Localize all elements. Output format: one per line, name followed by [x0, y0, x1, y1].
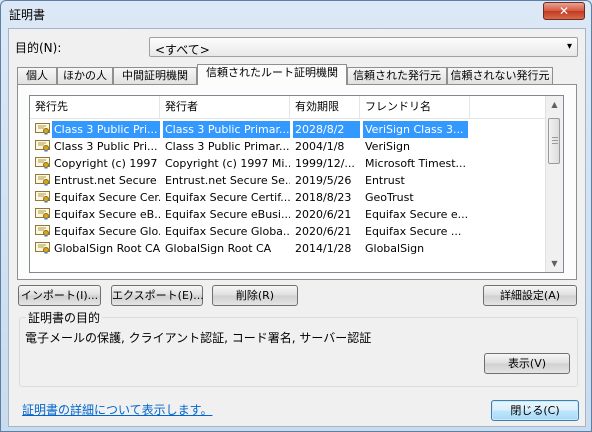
certificate-icon: [35, 208, 50, 220]
scrollbar-thumb[interactable]: [548, 118, 560, 164]
table-row[interactable]: Copyright (c) 1997 ... Copyright (c) 1997…: [30, 155, 547, 172]
certificate-purpose-title: 証明書の目的: [26, 309, 103, 326]
scroll-up-icon[interactable]: ▲: [546, 96, 563, 113]
purpose-dropdown-value: <すべて>: [155, 43, 210, 57]
cell-issued-by: Class 3 Public Primar...: [165, 140, 290, 153]
import-button[interactable]: インポート(I)...: [18, 285, 101, 306]
cell-friendly: Microsoft Timest...: [365, 157, 467, 170]
title-bar[interactable]: 証明書 ✕: [1, 1, 591, 27]
certificate-icon: [35, 140, 50, 152]
cell-issued-by: Class 3 Public Primar...: [163, 121, 290, 138]
advanced-button[interactable]: 詳細設定(A): [483, 285, 577, 306]
cell-expires: 2019/5/26: [295, 174, 352, 187]
column-issued-to[interactable]: 発行先: [30, 96, 160, 118]
dialog-body: 目的(N): <すべて> ▾ 個人 ほかの人 中間証明機関 信頼されたルート証明…: [8, 28, 586, 427]
list-scrollbar[interactable]: ▲ ▼: [545, 96, 563, 272]
table-row[interactable]: Class 3 Public Pri... Class 3 Public Prim…: [30, 121, 547, 138]
grip-line: [552, 140, 558, 141]
cell-friendly: GeoTrust: [365, 191, 414, 204]
table-row[interactable]: Equifax Secure Cer... Equifax Secure Cert…: [30, 189, 547, 206]
tab-personal[interactable]: 個人: [17, 67, 57, 84]
table-row[interactable]: Entrust.net Secure ... Entrust.net Secure…: [30, 172, 547, 189]
tab-intermediate-ca[interactable]: 中間証明機関: [113, 67, 197, 84]
cell-expires: 2004/1/8: [295, 140, 345, 153]
certificate-icon: [35, 225, 50, 237]
cell-issued-to: Class 3 Public Pri...: [54, 140, 158, 153]
list-header: 発行先 発行者 有効期限 フレンドリ名: [30, 96, 547, 119]
certificate-details-link[interactable]: 証明書の詳細について表示します。: [22, 401, 212, 418]
certificate-icon: [35, 242, 50, 254]
tab-trusted-publishers[interactable]: 信頼された発行元: [347, 67, 447, 84]
cell-friendly: Equifax Secure e...: [365, 208, 468, 221]
chevron-down-icon: ▾: [566, 41, 572, 52]
table-row[interactable]: GlobalSign Root CA GlobalSign Root CA 2014…: [30, 240, 547, 257]
tab-trusted-root-ca[interactable]: 信頼されたルート証明機関: [197, 64, 347, 85]
purpose-dropdown[interactable]: <すべて> ▾: [149, 37, 578, 57]
purpose-label: 目的(N):: [15, 41, 62, 55]
certificate-icon: [35, 191, 50, 203]
cell-issued-to: Entrust.net Secure ...: [54, 174, 160, 187]
cell-issued-to: Copyright (c) 1997 ...: [54, 157, 160, 170]
export-button[interactable]: エクスポート(E)...: [111, 285, 204, 306]
column-expiration[interactable]: 有効期限: [290, 96, 360, 118]
cell-issued-to: Equifax Secure eB...: [54, 208, 160, 221]
delete-button[interactable]: 削除(R): [212, 285, 298, 306]
column-friendly-name[interactable]: フレンドリ名: [360, 96, 470, 118]
cell-expires: 2020/6/21: [295, 225, 352, 238]
window-title: 証明書: [9, 8, 46, 22]
cell-expires: 2028/8/2: [293, 121, 360, 138]
cell-expires: 2020/6/21: [295, 208, 352, 221]
grip-line: [552, 143, 558, 144]
cell-issued-to: GlobalSign Root CA: [54, 242, 160, 255]
certificate-icon: [35, 157, 50, 169]
certificate-icon: [35, 123, 50, 135]
certificates-dialog: 証明書 ✕ 目的(N): <すべて> ▾ 個人 ほかの人 中間証明機関 信頼され…: [0, 0, 592, 432]
cell-friendly: Entrust: [365, 174, 405, 187]
cell-issued-to: Equifax Secure Cer...: [54, 191, 160, 204]
cell-friendly: VeriSign Class 3...: [363, 121, 468, 138]
certificate-purpose-group: 証明書の目的 電子メールの保護, クライアント認証, コード署名, サーバー認証…: [19, 309, 578, 387]
grip-line: [552, 137, 558, 138]
certificate-list[interactable]: 発行先 発行者 有効期限 フレンドリ名 Class 3 Public Pri..…: [29, 95, 564, 273]
cell-friendly: Equifax Secure ...: [365, 225, 462, 238]
cell-friendly: VeriSign: [365, 140, 411, 153]
close-button[interactable]: 閉じる(C): [491, 400, 579, 421]
table-row[interactable]: Equifax Secure Glo... Equifax Secure Glob…: [30, 223, 547, 240]
column-issued-by[interactable]: 発行者: [160, 96, 290, 118]
cell-expires: 2014/1/28: [295, 242, 352, 255]
cell-issued-to: Class 3 Public Pri...: [52, 121, 160, 138]
cell-issued-by: Copyright (c) 1997 Mi...: [165, 157, 290, 170]
tab-untrusted-publishers[interactable]: 信頼されない発行元: [447, 67, 553, 84]
cell-issued-by: Equifax Secure eBusi...: [165, 208, 290, 221]
table-row[interactable]: Class 3 Public Pri... Class 3 Public Prim…: [30, 138, 547, 155]
scroll-down-icon[interactable]: ▼: [546, 255, 563, 272]
cell-issued-by: Entrust.net Secure Se...: [165, 174, 290, 187]
tab-panel: 発行先 発行者 有効期限 フレンドリ名 Class 3 Public Pri..…: [17, 84, 577, 280]
certificate-purpose-text: 電子メールの保護, クライアント認証, コード署名, サーバー認証: [25, 331, 372, 345]
cell-expires: 1999/12/...: [295, 157, 355, 170]
cell-issued-by: Equifax Secure Certif...: [165, 191, 290, 204]
cell-friendly: GlobalSign: [365, 242, 425, 255]
cell-issued-by: GlobalSign Root CA: [165, 242, 272, 255]
certificate-icon: [35, 174, 50, 186]
table-row[interactable]: Equifax Secure eB... Equifax Secure eBusi…: [30, 206, 547, 223]
cell-issued-to: Equifax Secure Glo...: [54, 225, 160, 238]
cell-expires: 2018/8/23: [295, 191, 352, 204]
tab-other-people[interactable]: ほかの人: [57, 67, 113, 84]
close-window-button[interactable]: ✕: [543, 2, 585, 20]
view-button[interactable]: 表示(V): [484, 353, 570, 374]
cell-issued-by: Equifax Secure Globa...: [165, 225, 290, 238]
